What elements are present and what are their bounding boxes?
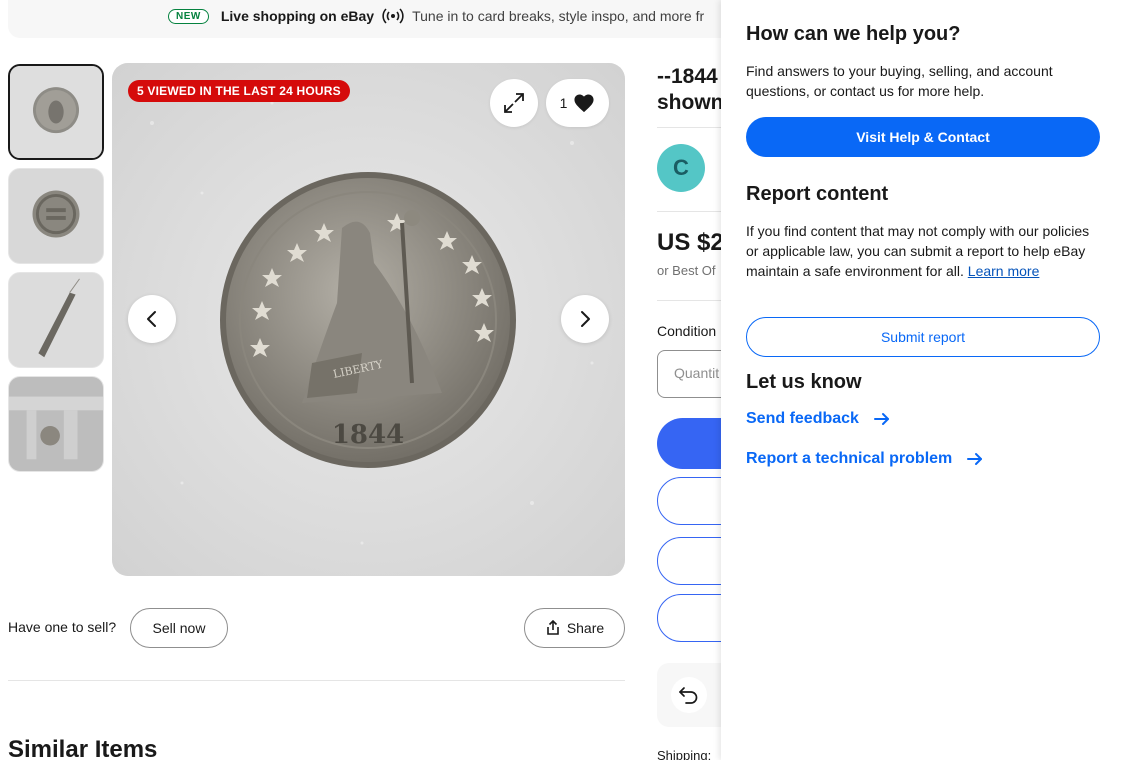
next-image-button[interactable] — [561, 295, 609, 343]
arrow-right-icon — [873, 413, 889, 425]
expand-image-button[interactable] — [490, 79, 538, 127]
viewed-badge: 5 VIEWED IN THE LAST 24 HOURS — [128, 80, 350, 102]
thumbnail-coin-edge[interactable] — [8, 272, 104, 368]
share-label: Share — [566, 620, 605, 636]
visit-help-contact-button[interactable]: Visit Help & Contact — [746, 117, 1100, 157]
quantity-placeholder: Quantit — [674, 365, 720, 381]
chevron-left-icon — [147, 311, 156, 327]
report-technical-problem-label: Report a technical problem — [746, 450, 953, 467]
item-price: US $2 — [657, 229, 721, 256]
thumbnail-coin-reverse[interactable] — [8, 168, 104, 264]
seller-avatar[interactable]: C — [657, 144, 705, 192]
arrow-right-icon — [967, 453, 983, 465]
submit-report-button[interactable]: Submit report — [746, 317, 1100, 357]
best-offer-text: or Best Of — [657, 263, 716, 278]
sell-prompt-label: Have one to sell? — [8, 619, 117, 635]
section-divider — [8, 680, 625, 681]
returns-icon — [671, 677, 707, 713]
coin-obverse-thumb-image — [10, 66, 102, 158]
item-title-line2: shown — [657, 91, 721, 114]
coin-edge-thumb-image — [9, 273, 103, 367]
shipping-label: Shipping: — [657, 748, 712, 760]
main-product-image[interactable]: 1844 LIBERTY 5 VIEWED IN THE LAST 24 HOU… — [112, 63, 625, 576]
watch-count: 1 — [559, 95, 568, 111]
help-heading: How can we help you? — [746, 23, 961, 45]
coin-photo: 1844 LIBERTY — [112, 63, 625, 576]
report-content-description: If you find content that may not comply … — [746, 221, 1100, 281]
new-badge: NEW — [168, 8, 209, 24]
thumbnail-coin-caliper[interactable] — [8, 376, 104, 472]
thumbnail-coin-obverse[interactable] — [8, 64, 104, 160]
coin-reverse-thumb-image — [9, 169, 103, 263]
send-feedback-link[interactable]: Send feedback — [746, 410, 891, 428]
title-divider — [657, 127, 721, 128]
page-scroll-edge — [1124, 0, 1136, 760]
banner-title: Live shopping on eBay — [220, 8, 375, 24]
help-panel: How can we help you? Find answers to you… — [721, 0, 1124, 760]
help-description: Find answers to your buying, selling, an… — [746, 63, 1053, 99]
banner-text: Tune in to card breaks, style inspo, and… — [412, 8, 705, 24]
item-title-line1: --1844 — [657, 65, 718, 88]
expand-icon — [504, 93, 524, 113]
similar-items-heading: Similar Items — [8, 736, 158, 760]
heart-icon — [574, 94, 594, 113]
previous-image-button[interactable] — [128, 295, 176, 343]
seller-divider — [657, 211, 721, 212]
report-content-heading: Report content — [746, 183, 889, 205]
send-feedback-label: Send feedback — [746, 410, 859, 427]
price-divider — [657, 300, 721, 301]
condition-label: Condition — [657, 323, 717, 339]
chevron-right-icon — [581, 311, 590, 327]
live-broadcast-icon — [382, 8, 404, 24]
coin-year-text: 1844 — [332, 420, 404, 450]
item-title: --1844 shown — [657, 64, 721, 120]
share-icon — [547, 620, 559, 635]
share-button[interactable]: Share — [524, 608, 625, 648]
report-technical-problem-link[interactable]: Report a technical problem — [746, 450, 984, 468]
let-us-know-heading: Let us know — [746, 371, 862, 393]
learn-more-link[interactable]: Learn more — [968, 263, 1040, 279]
coin-caliper-thumb-image — [9, 377, 103, 471]
watchlist-button[interactable]: 1 — [546, 79, 609, 127]
sell-now-button[interactable]: Sell now — [130, 608, 228, 648]
